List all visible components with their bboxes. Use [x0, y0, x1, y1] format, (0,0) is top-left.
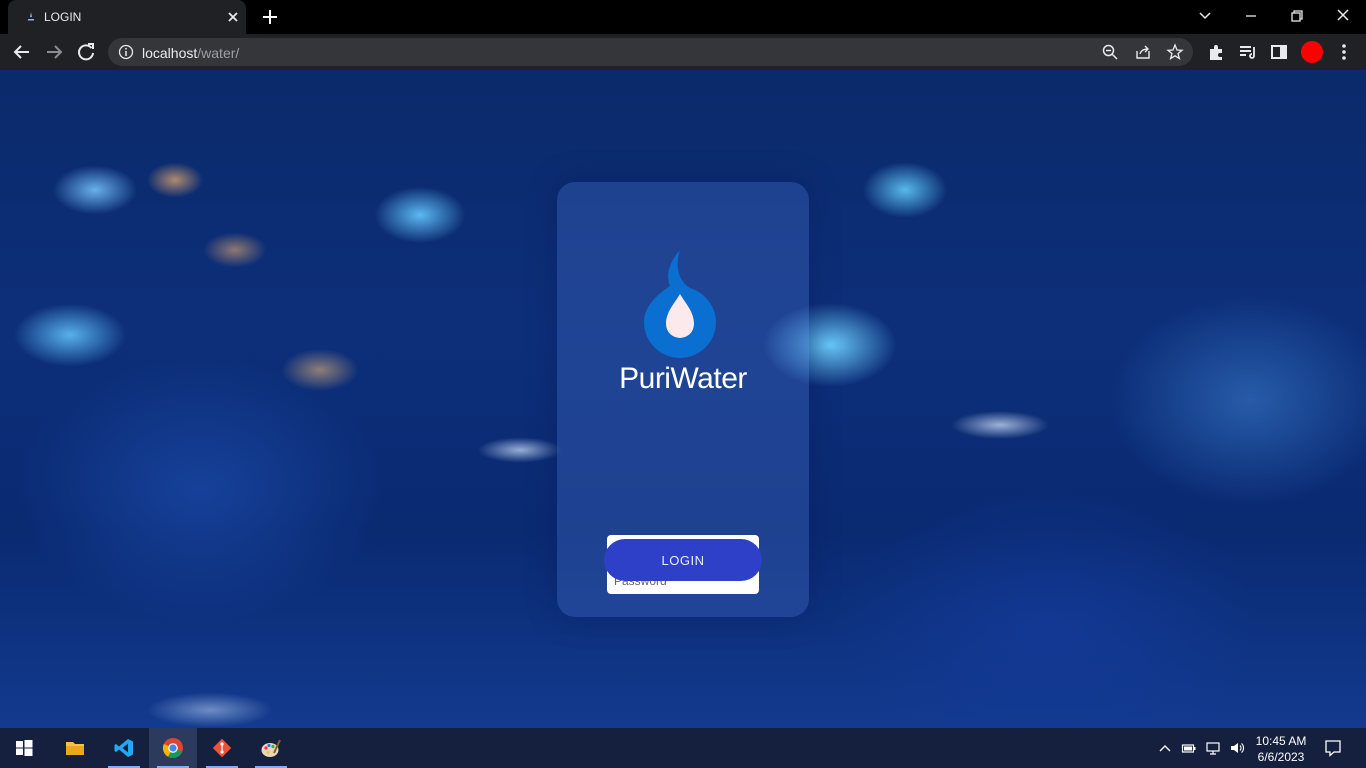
taskbar-chrome[interactable] — [149, 728, 197, 768]
volume-icon[interactable] — [1229, 740, 1245, 756]
browser-tab-bar: LOGIN — [0, 0, 1366, 34]
address-bar[interactable]: localhost/water/ — [108, 38, 1193, 66]
login-button[interactable]: LOGIN — [604, 539, 762, 581]
windows-start-icon — [16, 740, 33, 756]
restore-icon[interactable] — [1285, 5, 1309, 27]
kebab-menu-icon[interactable] — [1333, 41, 1355, 63]
side-panel-icon[interactable] — [1268, 41, 1290, 63]
url-path: /water/ — [197, 45, 240, 61]
page-favicon-icon — [28, 12, 34, 21]
chevron-down-icon[interactable] — [1193, 5, 1217, 27]
paint-icon — [261, 739, 281, 757]
back-arrow-icon[interactable] — [11, 41, 33, 63]
profile-avatar[interactable] — [1301, 41, 1323, 63]
forward-arrow-icon[interactable] — [43, 41, 65, 63]
zoom-icon[interactable] — [1101, 43, 1119, 61]
plus-icon[interactable] — [260, 7, 280, 27]
notification-icon[interactable] — [1324, 739, 1342, 757]
taskbar-paint[interactable] — [247, 728, 295, 768]
chrome-icon — [162, 738, 183, 758]
info-icon[interactable] — [118, 44, 134, 60]
system-clock[interactable]: 10:45 AM 6/6/2023 — [1248, 733, 1314, 765]
start-button[interactable] — [0, 728, 48, 768]
vscode-icon — [114, 739, 133, 757]
battery-icon[interactable] — [1181, 740, 1197, 756]
taskbar-vscode[interactable] — [100, 728, 148, 768]
tab-login[interactable]: LOGIN — [8, 0, 246, 34]
tab-title: LOGIN — [44, 10, 82, 24]
share-icon[interactable] — [1134, 43, 1152, 61]
taskbar-git[interactable] — [198, 728, 246, 768]
file-explorer-icon — [66, 742, 84, 755]
media-queue-icon[interactable] — [1237, 41, 1259, 63]
close-icon[interactable] — [1331, 5, 1355, 27]
network-icon[interactable] — [1205, 740, 1221, 756]
chevron-up-icon[interactable] — [1157, 740, 1173, 756]
page-viewport: PuriWater LOGIN — [0, 70, 1366, 728]
star-icon[interactable] — [1166, 43, 1184, 61]
water-drop-logo-icon — [644, 250, 716, 358]
clock-date: 6/6/2023 — [1257, 750, 1305, 764]
taskbar: 10:45 AM 6/6/2023 — [0, 728, 1366, 768]
browser-toolbar: localhost/water/ — [0, 34, 1366, 70]
taskbar-file-explorer[interactable] — [51, 728, 99, 768]
login-card: PuriWater LOGIN — [557, 182, 809, 617]
close-icon[interactable] — [225, 9, 241, 25]
brand-name: PuriWater — [619, 362, 747, 395]
reload-icon[interactable] — [75, 41, 97, 63]
url-text[interactable]: localhost/water/ — [142, 45, 239, 61]
minimize-icon[interactable] — [1239, 5, 1263, 27]
puzzle-icon[interactable] — [1205, 41, 1227, 63]
url-host: localhost — [142, 45, 198, 61]
clock-time: 10:45 AM — [1255, 734, 1307, 748]
git-icon — [212, 738, 232, 758]
